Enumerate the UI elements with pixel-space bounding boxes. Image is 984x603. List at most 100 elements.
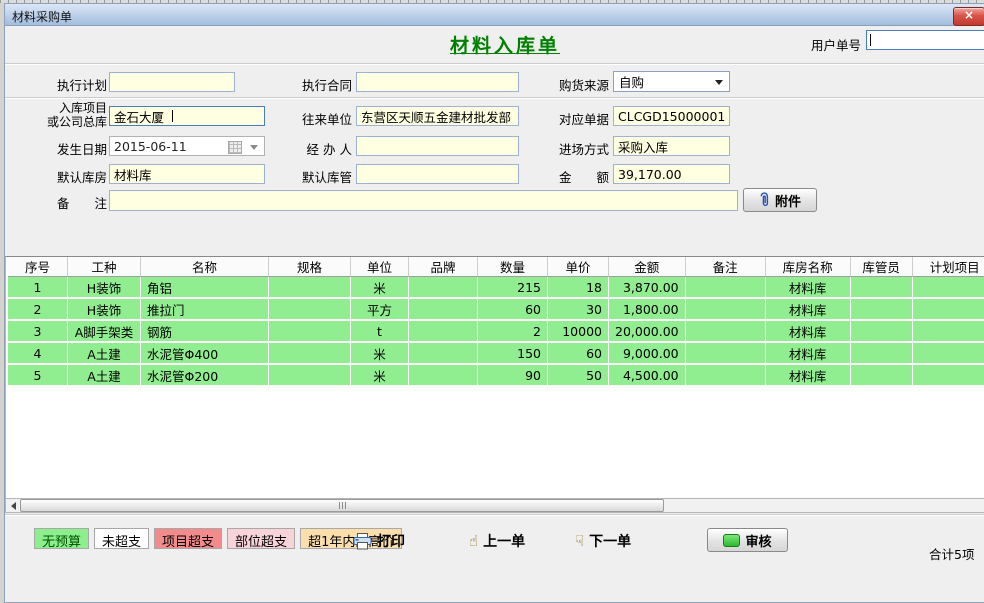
cell-unit[interactable]: 平方 [351, 299, 409, 321]
close-icon[interactable]: × [953, 7, 984, 26]
cell-plan-item[interactable] [913, 365, 984, 387]
cell-keeper[interactable] [851, 299, 913, 321]
default-warehouse-input[interactable] [109, 164, 265, 184]
cell-plan-item[interactable] [913, 299, 984, 321]
cell-brand[interactable] [409, 321, 478, 343]
purchase-source-select[interactable]: 自购 [613, 71, 730, 92]
table-row[interactable]: 2H装饰推拉门平方60301,800.00材料库 [8, 299, 984, 321]
column-header-brand[interactable]: 品牌 [409, 257, 478, 277]
cell-qty[interactable]: 215 [478, 277, 548, 299]
cell-unit[interactable]: t [351, 321, 409, 343]
cell-brand[interactable] [409, 343, 478, 365]
cell-seq[interactable]: 2 [8, 299, 68, 321]
cell-work-type[interactable]: H装饰 [68, 277, 141, 299]
cell-seq[interactable]: 4 [8, 343, 68, 365]
column-header-amount[interactable]: 金额 [609, 257, 686, 277]
cell-warehouse[interactable]: 材料库 [766, 343, 851, 365]
cell-remark[interactable] [686, 299, 766, 321]
attachment-button[interactable]: 附件 [743, 188, 817, 212]
cell-seq[interactable]: 1 [8, 277, 68, 299]
cell-work-type[interactable]: A土建 [68, 343, 141, 365]
cell-plan-item[interactable] [913, 343, 984, 365]
table-row[interactable]: 1H装饰角铝 米 215183,870.00 材料库 [8, 277, 984, 299]
cell-keeper[interactable] [851, 365, 913, 387]
handler-input[interactable] [356, 136, 519, 156]
cell-price[interactable]: 30 [548, 299, 609, 321]
cell-keeper[interactable] [851, 321, 913, 343]
date-input[interactable]: 2015-06-11 [109, 136, 265, 156]
cell-brand[interactable] [409, 299, 478, 321]
cell-name[interactable]: 角铝 [141, 277, 269, 299]
cell-amount[interactable]: 3,870.00 [609, 277, 686, 299]
cell-amount[interactable]: 4,500.00 [609, 365, 686, 387]
cell-spec[interactable] [269, 343, 351, 365]
cell-price[interactable]: 60 [548, 343, 609, 365]
cell-price[interactable]: 50 [548, 365, 609, 387]
cell-remark[interactable] [686, 321, 766, 343]
cell-name[interactable]: 钢筋 [141, 321, 269, 343]
cell-unit[interactable]: 米 [351, 343, 409, 365]
column-header-keeper[interactable]: 库管员 [851, 257, 913, 277]
column-header-price[interactable]: 单价 [548, 257, 609, 277]
cell-name[interactable]: 水泥管Φ400 [141, 343, 269, 365]
column-header-remark[interactable]: 备注 [686, 257, 766, 277]
table-row[interactable]: 4A土建水泥管Φ400 米 150609,000.00 材料库 [8, 343, 984, 365]
cell-name[interactable]: 推拉门 [141, 299, 269, 321]
cell-remark[interactable] [686, 277, 766, 299]
cell-unit[interactable]: 米 [351, 277, 409, 299]
column-header-plan-item[interactable]: 计划项目 [913, 257, 984, 277]
cell-unit[interactable]: 米 [351, 365, 409, 387]
scrollbar-thumb[interactable] [20, 499, 664, 512]
column-header-name[interactable]: 名称 [141, 257, 269, 277]
cell-amount[interactable]: 20,000.00 [609, 321, 686, 343]
print-button[interactable]: 打印 [353, 531, 405, 551]
ref-doc-input[interactable] [613, 106, 730, 126]
audit-button[interactable]: 审核 [707, 528, 788, 552]
cell-amount[interactable]: 9,000.00 [609, 343, 686, 365]
cell-qty[interactable]: 150 [478, 343, 548, 365]
cell-work-type[interactable]: H装饰 [68, 299, 141, 321]
cell-amount[interactable]: 1,800.00 [609, 299, 686, 321]
cell-plan-item[interactable] [913, 277, 984, 299]
cell-warehouse[interactable]: 材料库 [766, 299, 851, 321]
cell-remark[interactable] [686, 343, 766, 365]
cell-warehouse[interactable]: 材料库 [766, 277, 851, 299]
prev-order-button[interactable]: ☝ 上一单 [469, 531, 525, 551]
cell-warehouse[interactable]: 材料库 [766, 321, 851, 343]
amount-input[interactable] [613, 164, 730, 184]
cell-remark[interactable] [686, 365, 766, 387]
cell-brand[interactable] [409, 277, 478, 299]
cell-seq[interactable]: 5 [8, 365, 68, 387]
remark-input[interactable] [109, 190, 738, 211]
cell-seq[interactable]: 3 [8, 321, 68, 343]
scroll-left-button[interactable] [6, 499, 20, 512]
counterpart-input[interactable] [356, 106, 519, 126]
project-input[interactable] [109, 106, 265, 126]
column-header-spec[interactable]: 规格 [269, 257, 351, 277]
cell-qty[interactable]: 2 [478, 321, 548, 343]
horizontal-scrollbar[interactable] [5, 498, 984, 513]
cell-keeper[interactable] [851, 343, 913, 365]
exec-contract-input[interactable] [356, 72, 519, 92]
column-header-unit[interactable]: 单位 [351, 257, 409, 277]
cell-qty[interactable]: 90 [478, 365, 548, 387]
cell-spec[interactable] [269, 299, 351, 321]
next-order-button[interactable]: ☟ 下一单 [575, 531, 631, 551]
user-no-input[interactable] [866, 30, 984, 50]
cell-keeper[interactable] [851, 277, 913, 299]
table-row[interactable]: 3A脚手架类钢筋 t 21000020,000.00 材料库 [8, 321, 984, 343]
table-row[interactable]: 5A土建水泥管Φ200 米 90504,500.00 材料库 [8, 365, 984, 387]
cell-name[interactable]: 水泥管Φ200 [141, 365, 269, 387]
cell-spec[interactable] [269, 277, 351, 299]
default-keeper-input[interactable] [356, 164, 519, 184]
cell-price[interactable]: 18 [548, 277, 609, 299]
cell-plan-item[interactable] [913, 321, 984, 343]
entry-mode-input[interactable] [613, 136, 730, 156]
cell-work-type[interactable]: A脚手架类 [68, 321, 141, 343]
cell-price[interactable]: 10000 [548, 321, 609, 343]
cell-work-type[interactable]: A土建 [68, 365, 141, 387]
cell-warehouse[interactable]: 材料库 [766, 365, 851, 387]
column-header-warehouse[interactable]: 库房名称 [766, 257, 851, 277]
column-header-work-type[interactable]: 工种 [68, 257, 141, 277]
cell-spec[interactable] [269, 321, 351, 343]
